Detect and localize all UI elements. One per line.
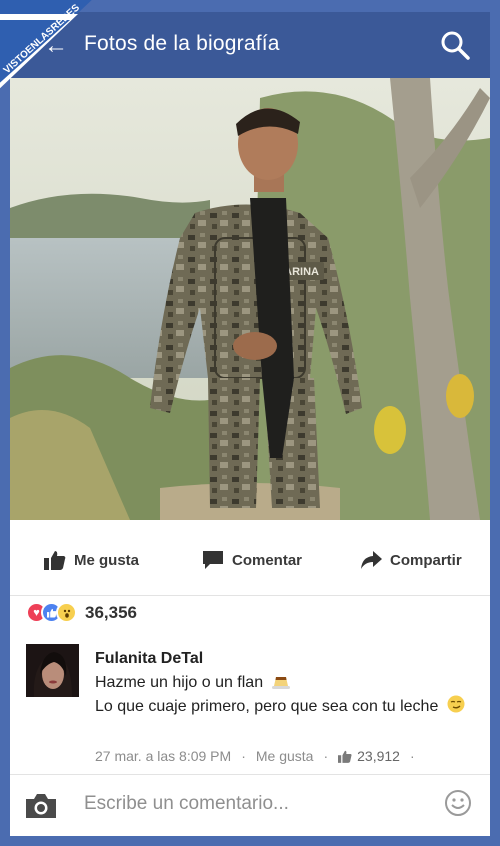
comment-button[interactable]: Comentar [202, 550, 302, 570]
app-frame: ← Fotos de la biografía MARINA Me gusta … [10, 12, 490, 836]
comment-like-link[interactable]: Me gusta [256, 748, 314, 764]
search-icon[interactable] [440, 30, 470, 60]
post-action-bar: Me gusta Comentar Compartir [10, 520, 490, 596]
smirk-emoji-icon [447, 695, 465, 713]
camera-icon[interactable] [24, 793, 58, 819]
comment-composer: Escribe un comentario... [10, 774, 490, 836]
share-label: Compartir [390, 551, 462, 569]
thumbs-up-icon [338, 750, 352, 763]
comment-item: Fulanita DeTal Hazme un hijo o un flan L… [10, 642, 490, 768]
like-label: Me gusta [74, 551, 140, 569]
comment-timestamp: 27 mar. a las 8:09 PM [95, 748, 232, 764]
thumbs-up-icon [44, 551, 66, 570]
comment-line-2: Lo que cuaje primero, pero que sea con t… [95, 698, 439, 715]
reaction-summary[interactable]: ♥ 36,356 [26, 602, 137, 623]
share-button[interactable]: Compartir [360, 550, 462, 570]
separator-dot: · [323, 748, 329, 764]
reaction-count: 36,356 [85, 602, 137, 622]
comment-text: Hazme un hijo o un flan Lo que cuaje pri… [95, 672, 465, 718]
post-photo[interactable]: MARINA [10, 78, 490, 520]
comment-meta: 27 mar. a las 8:09 PM · Me gusta · 23,91… [95, 748, 475, 764]
avatar[interactable] [26, 644, 79, 697]
comment-icon [203, 551, 223, 569]
smiley-icon[interactable] [444, 789, 472, 817]
separator-dot: · [241, 748, 246, 764]
like-button[interactable]: Me gusta [44, 550, 139, 570]
comment-input[interactable]: Escribe un comentario... [84, 793, 289, 815]
commenter-name[interactable]: Fulanita DeTal [95, 650, 203, 668]
soldier-photo: MARINA [10, 78, 490, 520]
comment-label: Comentar [232, 551, 303, 569]
like-count-value: 23,912 [357, 748, 400, 764]
comment-like-count[interactable]: 23,912 [338, 748, 400, 764]
watermark-badge: VISTOENLASREDES [0, 0, 92, 89]
comment-line-1: Hazme un hijo o un flan [95, 674, 264, 691]
separator-dot: · [409, 748, 415, 764]
wow-reaction-icon [56, 602, 77, 623]
flan-emoji-icon [271, 677, 290, 689]
share-arrow-icon [361, 551, 382, 569]
